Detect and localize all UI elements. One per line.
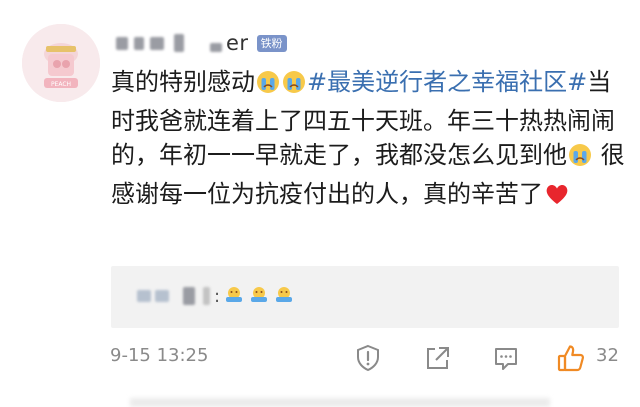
username-blur <box>210 42 222 52</box>
username-blur <box>174 34 184 52</box>
comment-text-part1: 真的特别感动 <box>111 68 255 96</box>
crying-face-emoji <box>568 142 592 177</box>
reply-username-blur <box>183 287 195 305</box>
svg-text:PEACH: PEACH <box>51 81 71 88</box>
username-blur <box>116 36 128 50</box>
cheering-emoji <box>249 284 269 308</box>
comment-timestamp: 9-15 13:25 <box>110 345 209 366</box>
username-blur <box>134 36 144 50</box>
reply-preview[interactable]: : <box>111 266 619 328</box>
crying-face-emoji <box>256 69 280 104</box>
report-icon <box>357 344 379 372</box>
username-blur <box>150 36 164 50</box>
crying-face-emoji <box>282 69 306 104</box>
comment-icon <box>495 348 517 370</box>
red-heart-emoji <box>544 181 570 216</box>
username-suffix[interactable]: er <box>226 31 249 55</box>
next-comment-preview <box>130 398 550 407</box>
fan-badge: 铁粉 <box>256 34 287 52</box>
avatar[interactable]: PEACH <box>22 24 100 102</box>
reply-separator: : <box>214 285 221 307</box>
cheering-emoji <box>274 284 294 308</box>
reply-username-blur <box>137 290 151 302</box>
like-icon <box>557 345 585 372</box>
hashtag-link[interactable]: #最美逆行者之幸福社区# <box>307 68 587 96</box>
like-button[interactable] <box>556 343 586 373</box>
username-row[interactable]: er 铁粉 <box>116 30 287 56</box>
report-button[interactable] <box>353 343 383 373</box>
comment-text: 真的特别感动 #最美逆行者之幸福社区#当时我爸就连着上了四五十天班。年三十热热闹闹… <box>111 65 631 215</box>
like-count: 32 <box>596 345 619 366</box>
share-button[interactable] <box>422 343 452 373</box>
reply-username-blur <box>203 287 210 305</box>
share-icon <box>427 347 449 369</box>
cheering-emoji <box>224 284 244 308</box>
comment-button[interactable] <box>491 343 521 373</box>
avatar-image: PEACH <box>22 24 100 102</box>
reply-username-blur <box>155 290 169 302</box>
reply-content: : <box>137 284 295 308</box>
